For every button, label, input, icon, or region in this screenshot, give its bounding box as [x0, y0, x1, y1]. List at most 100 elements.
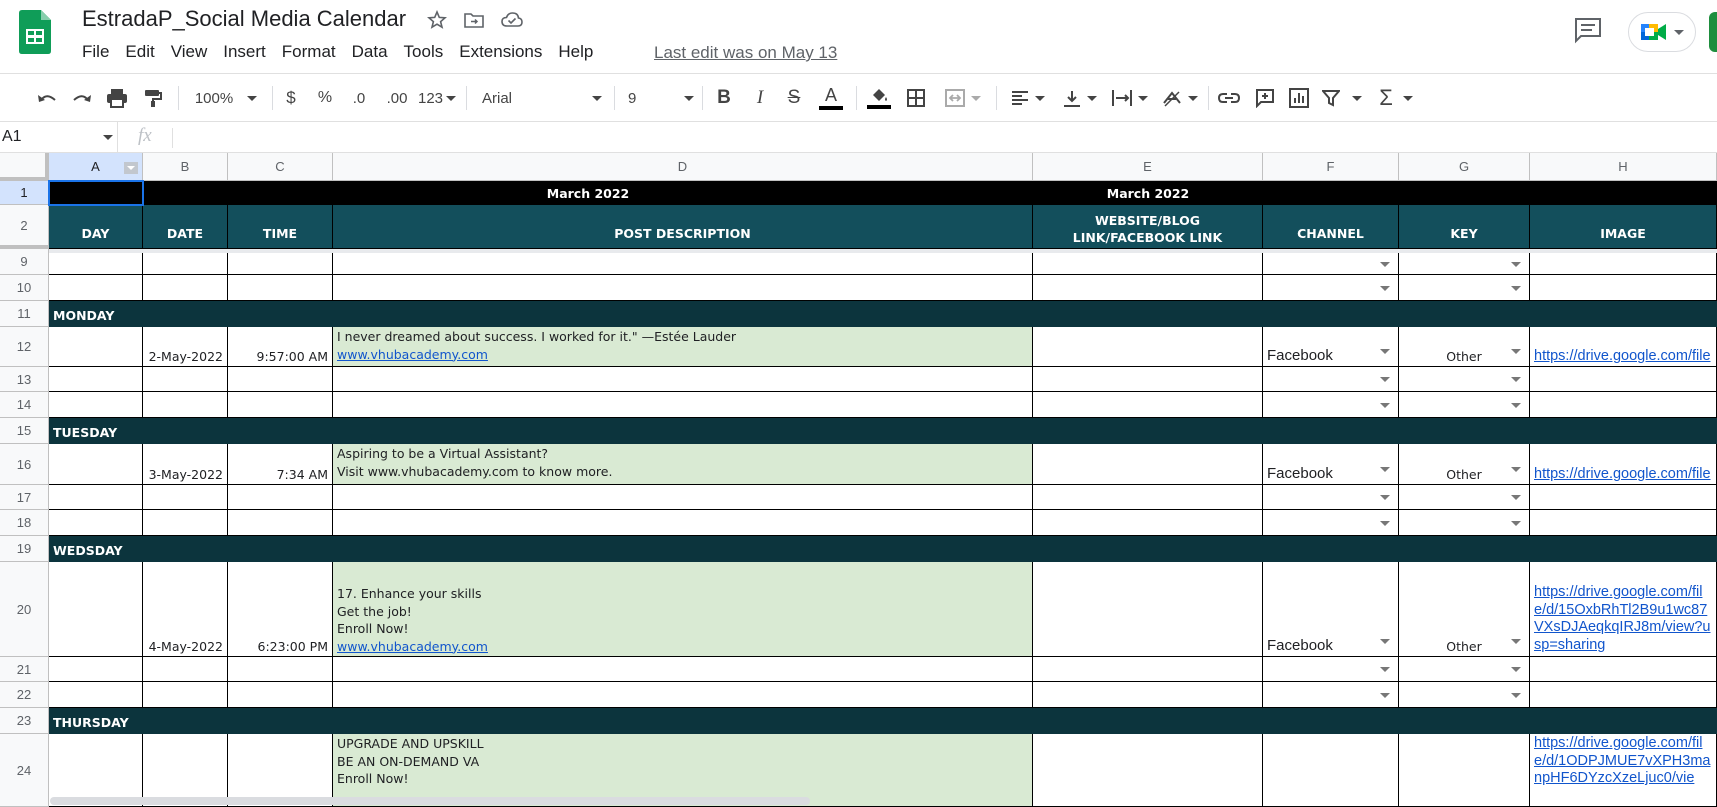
row-header-21[interactable]: 21 [0, 657, 49, 682]
cell-a16[interactable] [49, 444, 143, 485]
dropdown-caret-icon[interactable] [1511, 403, 1521, 408]
column-a-filter-caret-icon[interactable] [124, 162, 138, 174]
cell-a18[interactable] [49, 510, 143, 536]
row-header-24[interactable]: 24 [0, 734, 49, 807]
functions-icon[interactable]: Σ [1376, 84, 1416, 112]
cell-f18[interactable] [1263, 510, 1399, 536]
cell-a21[interactable] [49, 657, 143, 682]
cell-c10[interactable] [228, 275, 333, 301]
cell-e24[interactable] [1033, 734, 1263, 807]
day-band-thursday[interactable]: THURSDAY [49, 708, 1717, 734]
cell-f9[interactable] [1263, 253, 1399, 275]
more-formats-button[interactable]: 123 [416, 84, 458, 112]
cell-g18[interactable] [1399, 510, 1530, 536]
percent-format-button[interactable]: % [314, 84, 336, 112]
header-image[interactable]: IMAGE [1530, 205, 1717, 249]
cell-c12-time[interactable]: 9:57:00 AM [228, 327, 333, 367]
select-all-corner[interactable] [0, 153, 49, 181]
cell-f24[interactable] [1263, 734, 1399, 807]
row-header-14[interactable]: 14 [0, 392, 49, 418]
name-box[interactable]: A1 [0, 122, 118, 152]
currency-format-button[interactable]: $ [282, 84, 300, 112]
cell-c21[interactable] [228, 657, 333, 682]
cell-c22[interactable] [228, 682, 333, 708]
row-header-22[interactable]: 22 [0, 682, 49, 708]
dropdown-caret-icon[interactable] [1380, 693, 1390, 698]
cell-b18[interactable] [143, 510, 228, 536]
dropdown-caret-icon[interactable] [1380, 262, 1390, 267]
header-date[interactable]: DATE [143, 205, 228, 249]
cell-h13[interactable] [1530, 367, 1717, 392]
day-band-monday[interactable]: MONDAY [49, 301, 1717, 327]
menu-data[interactable]: Data [352, 42, 388, 62]
meet-button[interactable] [1628, 12, 1696, 52]
header-day[interactable]: DAY [49, 205, 143, 249]
cell-e21[interactable] [1033, 657, 1263, 682]
last-edit-link[interactable]: Last edit was on May 13 [654, 43, 837, 63]
image-link[interactable]: https://drive.google.com/file [1534, 466, 1711, 482]
zoom-select[interactable]: 100% [192, 84, 260, 112]
menu-view[interactable]: View [171, 42, 208, 62]
row-header-9[interactable]: 9 [0, 249, 49, 275]
bold-icon[interactable]: B [712, 84, 736, 112]
column-header-d[interactable]: D [333, 153, 1033, 181]
cell-e14[interactable] [1033, 392, 1263, 418]
borders-icon[interactable] [903, 84, 929, 112]
month-title-e[interactable]: March 2022 [1033, 181, 1263, 205]
row-header-15[interactable]: 15 [0, 418, 49, 444]
column-header-e[interactable]: E [1033, 153, 1263, 181]
cell-h12-image[interactable]: https://drive.google.com/file [1530, 327, 1717, 367]
cell-b17[interactable] [143, 485, 228, 510]
cell-f16-channel[interactable]: Facebook [1263, 444, 1399, 485]
cell-g13[interactable] [1399, 367, 1530, 392]
row-header-12[interactable]: 12 [0, 327, 49, 367]
column-header-g[interactable]: G [1399, 153, 1530, 181]
cell-g16-key[interactable]: Other [1399, 444, 1530, 485]
font-family-select[interactable]: Arial [482, 84, 602, 112]
strikethrough-icon[interactable]: S [782, 84, 806, 112]
cell-f14[interactable] [1263, 392, 1399, 418]
menu-edit[interactable]: Edit [125, 42, 154, 62]
dropdown-caret-icon[interactable] [1380, 639, 1390, 644]
cell-h17[interactable] [1530, 485, 1717, 510]
increase-decimal-button[interactable]: .00 [382, 84, 412, 112]
cell-d12-post[interactable]: I never dreamed about success. I worked … [333, 327, 1033, 367]
cell-b10[interactable] [143, 275, 228, 301]
cell-g20-key[interactable]: Other [1399, 562, 1530, 657]
cell-f22[interactable] [1263, 682, 1399, 708]
row-header-10[interactable]: 10 [0, 275, 49, 301]
cell-e20[interactable] [1033, 562, 1263, 657]
insert-chart-icon[interactable] [1286, 84, 1312, 112]
dropdown-caret-icon[interactable] [1380, 377, 1390, 382]
cell-h20-image[interactable]: https://drive.google.com/file/d/15OxbRhT… [1530, 562, 1717, 657]
cell-d21[interactable] [333, 657, 1033, 682]
comment-history-icon[interactable] [1573, 16, 1603, 44]
cell-h22[interactable] [1530, 682, 1717, 708]
cell-a9[interactable] [49, 253, 143, 275]
day-band-wedsday[interactable]: WEDSDAY [49, 536, 1717, 562]
cell-h14[interactable] [1530, 392, 1717, 418]
cell-c9[interactable] [228, 253, 333, 275]
share-button[interactable] [1709, 12, 1717, 52]
menu-extensions[interactable]: Extensions [459, 42, 542, 62]
text-rotation-icon[interactable] [1160, 84, 1200, 112]
menu-insert[interactable]: Insert [223, 42, 266, 62]
cell-e13[interactable] [1033, 367, 1263, 392]
row-header-2[interactable]: 2 [0, 205, 49, 249]
cell-e18[interactable] [1033, 510, 1263, 536]
row1-black-fill[interactable] [1263, 181, 1717, 205]
cell-g22[interactable] [1399, 682, 1530, 708]
cell-c18[interactable] [228, 510, 333, 536]
header-key[interactable]: KEY [1399, 205, 1530, 249]
cell-b21[interactable] [143, 657, 228, 682]
day-band-tuesday[interactable]: TUESDAY [49, 418, 1717, 444]
text-color-icon[interactable]: A [818, 84, 844, 112]
row-header-13[interactable]: 13 [0, 367, 49, 392]
cell-g9[interactable] [1399, 253, 1530, 275]
cell-h21[interactable] [1530, 657, 1717, 682]
cell-h24-image[interactable]: https://drive.google.com/file/d/1ODPJMUE… [1530, 734, 1717, 807]
dropdown-caret-icon[interactable] [1380, 521, 1390, 526]
cell-a10[interactable] [49, 275, 143, 301]
dropdown-caret-icon[interactable] [1511, 377, 1521, 382]
cell-d16-post[interactable]: Aspiring to be a Virtual Assistant? Visi… [333, 444, 1033, 485]
